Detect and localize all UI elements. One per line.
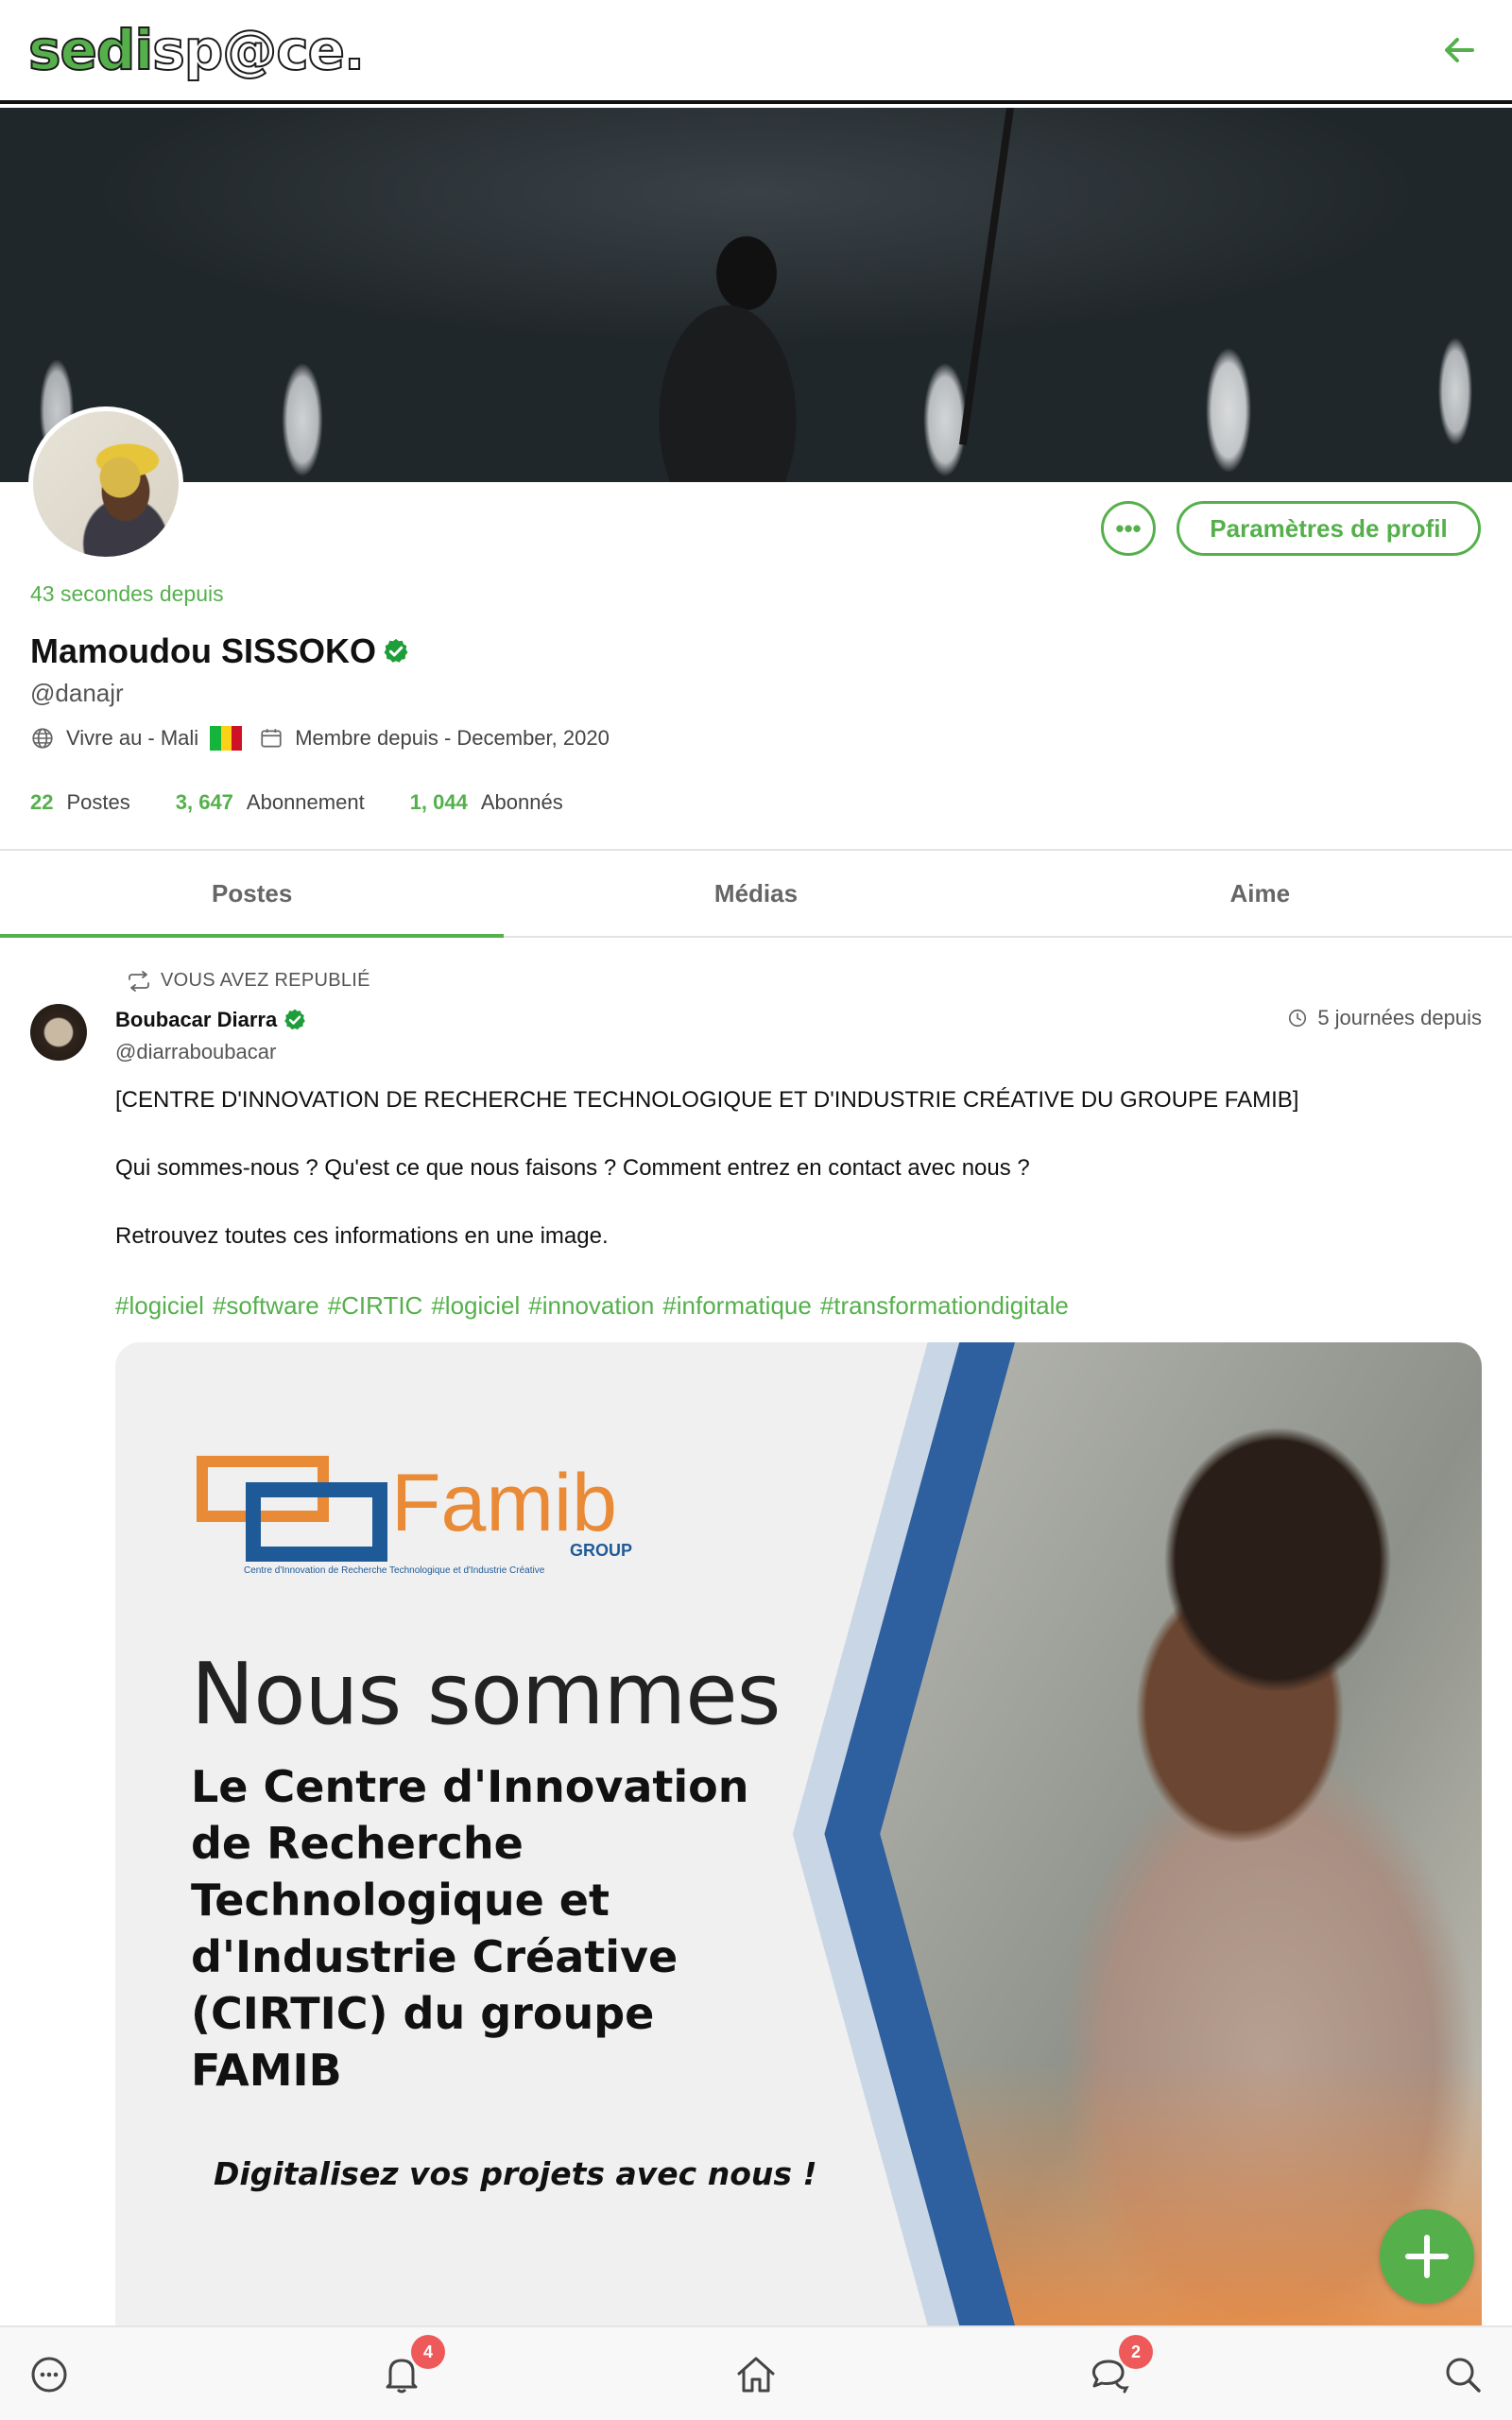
profile-avatar[interactable] bbox=[28, 406, 183, 562]
hashtag-link[interactable]: #innovation bbox=[528, 1291, 654, 1321]
calendar-icon bbox=[261, 729, 282, 748]
description-line: Le Centre d'Innovation bbox=[191, 1761, 749, 1812]
post-hashtags: #logiciel #software #CIRTIC #logiciel #i… bbox=[115, 1291, 1069, 1321]
profile-name-text: Mamoudou SISSOKO bbox=[30, 631, 377, 670]
chat-bubble-icon bbox=[31, 2357, 67, 2393]
tab-medias[interactable]: Médias bbox=[504, 851, 1007, 936]
last-seen-status: 43 secondes depuis bbox=[30, 581, 224, 606]
post-time-text: 5 journées depuis bbox=[1317, 1006, 1482, 1029]
verified-badge-icon bbox=[284, 1009, 306, 1030]
post-author-avatar[interactable] bbox=[30, 1004, 87, 1061]
repost-icon bbox=[129, 970, 149, 992]
notification-badge: 4 bbox=[411, 2335, 445, 2369]
description-line: Technologique et bbox=[191, 1875, 610, 1926]
plus-icon bbox=[1405, 2235, 1449, 2278]
location-text: Vivre au - Mali bbox=[66, 726, 199, 750]
post-author[interactable]: Boubacar Diarra bbox=[115, 1008, 307, 1032]
repost-label: VOUS AVEZ REPUBLIÉ bbox=[161, 970, 370, 991]
hashtag-link[interactable]: #transformationdigitale bbox=[820, 1291, 1069, 1321]
tab-aime[interactable]: Aime bbox=[1008, 851, 1512, 936]
cover-photo bbox=[0, 108, 1512, 482]
famib-brand: Famib bbox=[391, 1458, 617, 1548]
bottom-navigation: 4 2 bbox=[0, 2325, 1512, 2420]
ellipsis-icon: ••• bbox=[1115, 513, 1142, 543]
nav-more[interactable] bbox=[23, 2348, 76, 2401]
profile-tabs: Postes Médias Aime bbox=[0, 851, 1512, 938]
profile-meta: Vivre au - Mali Membre depuis - December… bbox=[30, 726, 610, 751]
profile-name: Mamoudou SISSOKO bbox=[30, 631, 410, 671]
post-paragraph: [CENTRE D'INNOVATION DE RECHERCHE TECHNO… bbox=[115, 1087, 1299, 1113]
nav-notifications[interactable]: 4 bbox=[375, 2335, 445, 2401]
new-post-button[interactable] bbox=[1380, 2209, 1474, 2304]
description-line: (CIRTIC) du groupe FAMIB bbox=[191, 1988, 655, 2096]
repost-indicator: VOUS AVEZ REPUBLIÉ bbox=[127, 970, 370, 992]
description-line: d'Industrie Créative bbox=[191, 1931, 679, 1982]
nav-search[interactable] bbox=[1436, 2348, 1489, 2401]
profile-settings-button[interactable]: Paramètres de profil bbox=[1177, 501, 1481, 556]
app-logo[interactable]: sedisp@ce. bbox=[27, 17, 366, 83]
hashtag-link[interactable]: #informatique bbox=[662, 1291, 812, 1321]
mali-flag-icon bbox=[210, 726, 243, 751]
more-options-button[interactable]: ••• bbox=[1101, 501, 1156, 556]
post-author-handle[interactable]: @diarraboubacar bbox=[115, 1040, 276, 1064]
following-count[interactable]: 3, 647 bbox=[176, 790, 233, 815]
top-bar: sedisp@ce. bbox=[0, 0, 1512, 104]
post-timestamp: 5 journées depuis bbox=[1287, 1006, 1482, 1030]
nav-home[interactable] bbox=[730, 2348, 782, 2401]
post-paragraph: Qui sommes-nous ? Qu'est ce que nous fai… bbox=[115, 1155, 1030, 1181]
member-since-text: Membre depuis - December, 2020 bbox=[295, 726, 610, 750]
image-headline: Nous sommes bbox=[191, 1645, 781, 1744]
home-icon bbox=[737, 2357, 775, 2393]
image-cta: Digitalisez vos projets avec nous ! bbox=[214, 2155, 817, 2192]
followers-count[interactable]: 1, 044 bbox=[410, 790, 468, 815]
search-icon bbox=[1446, 2358, 1481, 2393]
post-paragraph: Retrouvez toutes ces informations en une… bbox=[115, 1223, 609, 1249]
following-label[interactable]: Abonnement bbox=[247, 790, 365, 815]
followers-label[interactable]: Abonnés bbox=[481, 790, 563, 815]
hashtag-link[interactable]: #logiciel bbox=[431, 1291, 520, 1321]
posts-count[interactable]: 22 bbox=[30, 790, 53, 815]
nav-messages[interactable]: 2 bbox=[1083, 2335, 1153, 2401]
back-arrow-icon[interactable] bbox=[1436, 26, 1484, 74]
tab-postes[interactable]: Postes bbox=[0, 851, 505, 938]
hashtag-link[interactable]: #software bbox=[213, 1291, 319, 1321]
famib-logo: Famib GROUP Centre d'Innovation de Reche… bbox=[197, 1456, 650, 1579]
profile-stats: 22 Postes 3, 647 Abonnement 1, 044 Abonn… bbox=[30, 790, 609, 815]
famib-tagline: Centre d'Innovation de Recherche Technol… bbox=[244, 1565, 545, 1576]
messages-badge: 2 bbox=[1119, 2335, 1153, 2369]
verified-badge-icon bbox=[384, 638, 408, 663]
famib-group: GROUP bbox=[570, 1541, 633, 1560]
post-image[interactable]: Famib GROUP Centre d'Innovation de Reche… bbox=[115, 1342, 1482, 2325]
profile-handle: @danajr bbox=[30, 679, 124, 707]
globe-icon bbox=[32, 728, 53, 749]
description-line: de Recherche bbox=[191, 1818, 524, 1869]
posts-label[interactable]: Postes bbox=[66, 790, 129, 815]
image-description: Le Centre d'Innovation de Recherche Tech… bbox=[191, 1758, 815, 2099]
post-author-name[interactable]: Boubacar Diarra bbox=[115, 1008, 277, 1032]
hashtag-link[interactable]: #logiciel bbox=[115, 1291, 204, 1321]
hashtag-link[interactable]: #CIRTIC bbox=[328, 1291, 423, 1321]
clock-icon bbox=[1289, 1009, 1307, 1028]
logo-square-blue bbox=[246, 1482, 387, 1562]
